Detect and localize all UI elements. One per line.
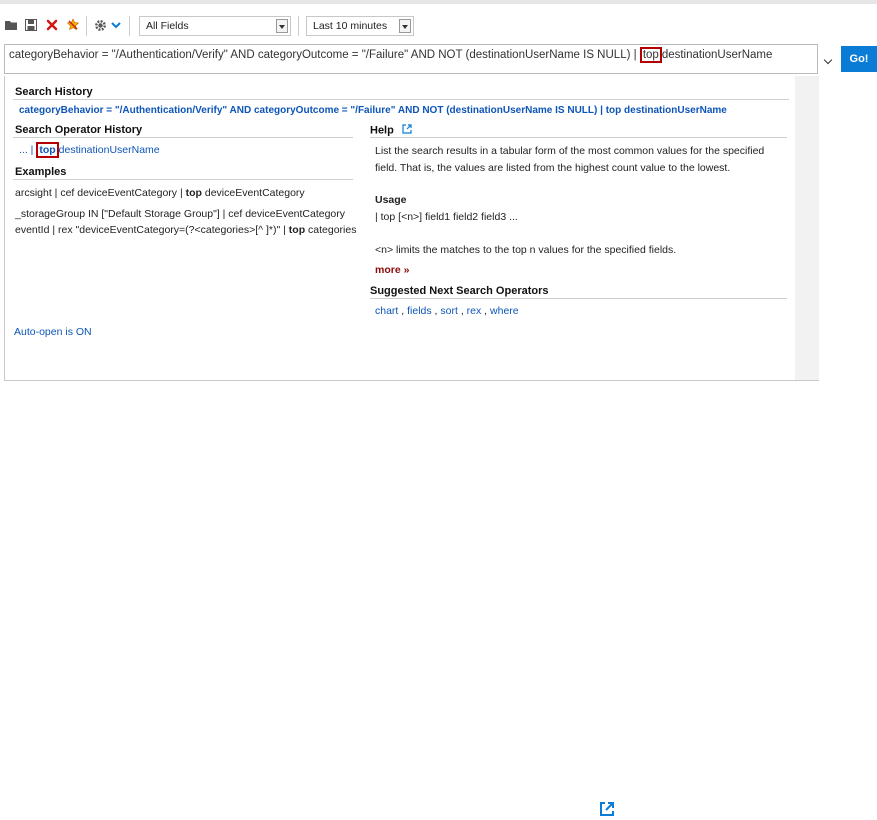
go-button[interactable]: Go! xyxy=(841,46,877,72)
search-toolbar: All Fields Last 10 minutes xyxy=(0,0,877,44)
folder-open-icon[interactable] xyxy=(4,18,18,32)
divider xyxy=(13,179,353,180)
suggested-operators-list: chart , fields , sort , rex , where xyxy=(375,305,519,317)
operator-history-field: destinationUserName xyxy=(58,144,160,156)
time-range-value: Last 10 minutes xyxy=(313,20,388,32)
usage-syntax: | top [<n>] field1 field2 field3 ... xyxy=(375,211,518,223)
example-text: categories xyxy=(305,224,357,236)
clear-icon[interactable] xyxy=(66,18,80,32)
search-query-input[interactable]: categoryBehavior = "/Authentication/Veri… xyxy=(4,44,818,74)
more-link[interactable]: more » xyxy=(375,264,409,276)
search-history-title: Search History xyxy=(15,86,93,98)
suggested-operator-chart[interactable]: chart xyxy=(375,305,398,317)
time-range-select[interactable]: Last 10 minutes xyxy=(306,16,414,36)
suggested-operator-fields[interactable]: fields xyxy=(407,305,432,317)
save-icon[interactable] xyxy=(24,18,38,32)
example-item[interactable]: eventId | rex "deviceEventCategory=(?<ca… xyxy=(15,224,356,236)
auto-open-toggle[interactable]: Auto-open is ON xyxy=(14,326,92,338)
help-description: List the search results in a tabular for… xyxy=(375,145,765,157)
toolbar-divider xyxy=(86,16,87,36)
example-text: eventId | rex "deviceEventCategory=(?<ca… xyxy=(15,224,289,236)
example-item[interactable]: _storageGroup IN ["Default Storage Group… xyxy=(15,208,345,220)
usage-title: Usage xyxy=(375,194,407,206)
example-text: _storageGroup IN ["Default Storage Group… xyxy=(15,208,346,220)
help-description: field. That is, the values are listed fr… xyxy=(375,162,731,174)
divider xyxy=(13,137,353,138)
operator-history-title: Search Operator History xyxy=(15,124,143,136)
fields-select[interactable]: All Fields xyxy=(139,16,291,36)
query-text-before: categoryBehavior = "/Authentication/Veri… xyxy=(9,49,637,61)
query-history-dropdown[interactable] xyxy=(820,46,838,72)
suggested-operator-where[interactable]: where xyxy=(490,305,519,317)
operator-history-prefix: ... | xyxy=(19,144,34,156)
fields-select-value: All Fields xyxy=(146,20,189,32)
suggested-operator-rex[interactable]: rex xyxy=(467,305,482,317)
example-item[interactable]: arcsight | cef deviceEventCategory | top… xyxy=(15,187,305,199)
divider xyxy=(370,298,787,299)
example-operator: top xyxy=(288,224,306,236)
query-highlighted-operator: top xyxy=(639,47,662,63)
panel-scroll-gutter xyxy=(795,76,819,380)
example-text: deviceEventCategory xyxy=(201,187,305,199)
dropdown-arrow-icon[interactable] xyxy=(276,19,288,33)
external-link-icon[interactable] xyxy=(402,124,412,137)
operator-history-highlight: top xyxy=(36,142,59,158)
external-link-icon[interactable] xyxy=(599,801,615,820)
divider xyxy=(13,99,789,100)
chevron-down-icon[interactable] xyxy=(109,18,123,32)
toolbar-divider xyxy=(129,16,130,36)
suggested-operator-sort[interactable]: sort xyxy=(440,305,458,317)
dropdown-arrow-icon[interactable] xyxy=(399,19,411,33)
usage-param-desc: <n> limits the matches to the top n valu… xyxy=(375,244,677,256)
settings-icon[interactable] xyxy=(93,18,107,32)
query-text-after: destinationUserName xyxy=(661,49,773,61)
delete-icon[interactable] xyxy=(45,18,59,32)
suggested-operators-title: Suggested Next Search Operators xyxy=(370,285,549,297)
help-title-text: Help xyxy=(370,124,394,137)
example-text: arcsight | cef deviceEventCategory | xyxy=(15,187,186,199)
operator-history-item[interactable]: ... | top destinationUserName xyxy=(19,142,160,158)
example-operator: top xyxy=(185,187,202,199)
help-title: Help xyxy=(370,124,412,137)
search-assist-panel: Search History categoryBehavior = "/Auth… xyxy=(4,76,819,381)
examples-title: Examples xyxy=(15,166,67,178)
toolbar-divider xyxy=(298,16,299,36)
search-history-item[interactable]: categoryBehavior = "/Authentication/Veri… xyxy=(19,105,727,116)
divider xyxy=(370,137,787,138)
